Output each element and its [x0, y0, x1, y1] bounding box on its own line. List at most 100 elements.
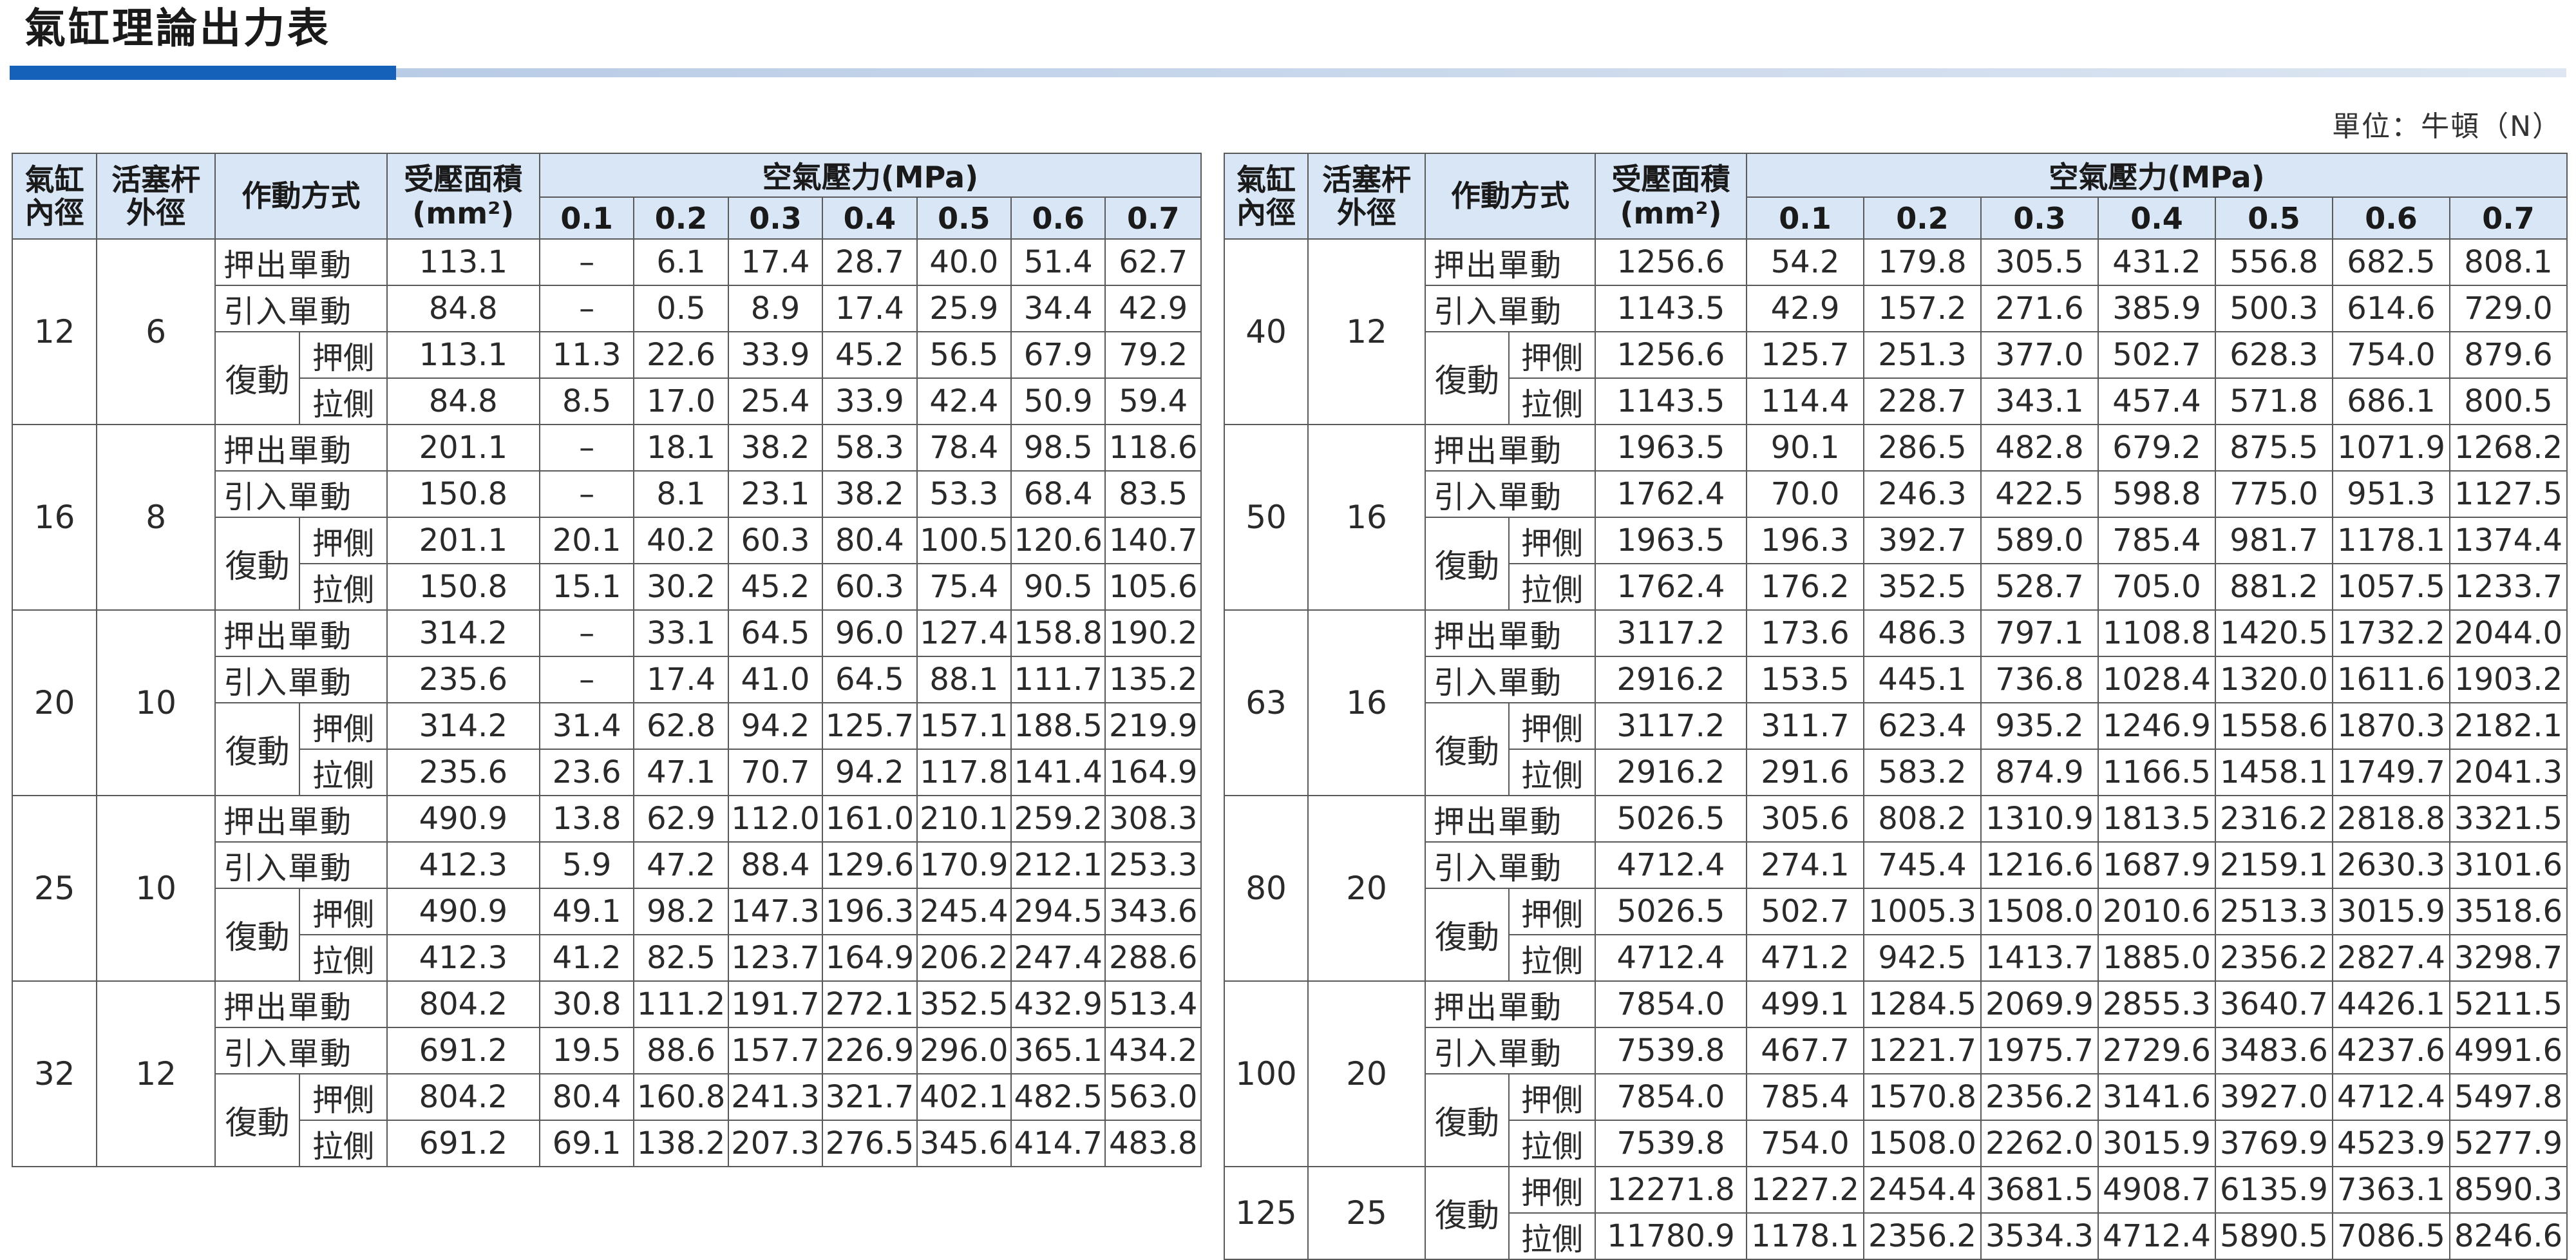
mode-push-single: 押出單動: [1425, 424, 1596, 472]
force-cell: 207.3: [727, 1120, 824, 1167]
force-cell: 502.7: [2098, 331, 2216, 379]
force-cell: 157.1: [916, 702, 1012, 750]
force-cell: 2159.1: [2215, 841, 2333, 889]
area-cell: 412.3: [386, 934, 540, 982]
area-cell: 804.2: [386, 1073, 540, 1121]
force-cell: 305.5: [1980, 238, 2099, 286]
force-cell: 8590.3: [2448, 1166, 2568, 1214]
area-cell: 150.8: [386, 470, 540, 518]
area-cell: 235.6: [386, 749, 540, 796]
force-cell: 127.4: [916, 609, 1012, 657]
mode-push-side: 押側: [299, 888, 388, 935]
force-cell: 682.5: [2332, 238, 2450, 286]
area-cell: 7854.0: [1595, 1073, 1747, 1121]
area-cell: 1143.5: [1595, 377, 1747, 425]
area-cell: 201.1: [386, 517, 540, 564]
force-cell: 3298.7: [2448, 934, 2568, 982]
force-cell: 138.2: [633, 1120, 729, 1167]
force-cell: 64.5: [822, 656, 918, 703]
area-cell: 3117.2: [1595, 702, 1747, 750]
table-row: 16 8 押出單動 201.1–18.1 38.2 58.3 78.4 98.5 118.6: [11, 424, 1202, 611]
mode-pull-side: 拉側: [299, 749, 388, 796]
force-cell: 614.6: [2332, 285, 2450, 332]
area-cell: 11780.9: [1595, 1212, 1747, 1260]
force-cell: 45.2: [727, 563, 824, 611]
force-cell: 1284.5: [1863, 980, 1982, 1028]
force-cell: 42.4: [916, 377, 1012, 425]
force-cell: 34.4: [1010, 285, 1106, 332]
force-cell: 457.4: [2098, 377, 2216, 425]
force-cell: 31.4: [538, 702, 635, 750]
rod-cell: 6: [96, 238, 216, 425]
force-cell: –: [538, 424, 635, 472]
header-area-label: 受壓面積: [404, 161, 523, 196]
force-cell: 942.5: [1863, 934, 1982, 982]
force-cell: 2069.9: [1980, 980, 2099, 1028]
force-cell: 135.2: [1104, 656, 1202, 703]
area-cell: 2916.2: [1595, 656, 1747, 703]
force-cell: 3927.0: [2215, 1073, 2333, 1121]
force-cell: 5497.8: [2448, 1073, 2568, 1121]
force-cell: 775.0: [2215, 470, 2333, 518]
force-cell: 79.2: [1104, 331, 1202, 379]
force-cell: 3101.6: [2448, 841, 2568, 889]
mode-pull-side: 拉側: [1508, 749, 1596, 796]
force-cell: 271.6: [1980, 285, 2099, 332]
force-cell: 1227.2: [1746, 1166, 1864, 1214]
force-cell: 1413.7: [1980, 934, 2099, 982]
area-cell: 691.2: [386, 1027, 540, 1074]
table-row: 100 20 押出單動 7854.0 499.1 1284.5 2069.9 2855.3 36…: [1224, 980, 2568, 1167]
force-cell: 3015.9: [2098, 1120, 2216, 1167]
area-cell: 1256.6: [1595, 331, 1747, 379]
mode-pull-single: 引入單動: [1425, 1027, 1596, 1074]
mode-push-single: 押出單動: [214, 424, 388, 472]
force-cell: 0.5: [633, 285, 729, 332]
force-cell: 70.0: [1746, 470, 1864, 518]
mode-push-single: 押出單動: [1425, 980, 1596, 1028]
force-cell: 98.2: [633, 888, 729, 935]
header-pressure-2: 0.3: [727, 196, 824, 240]
force-cell: 90.5: [1010, 563, 1106, 611]
area-cell: 235.6: [386, 656, 540, 703]
force-cell: 879.6: [2448, 331, 2568, 379]
force-cell: –: [538, 609, 635, 657]
mode-pull-side: 拉側: [1508, 1212, 1596, 1260]
header-area: 受壓面積 (mm²): [1595, 153, 1747, 240]
mode-pull-single: 引入單動: [1425, 656, 1596, 703]
force-cell: 111.2: [633, 980, 729, 1028]
table-row: 32 12 押出單動 804.2 30.8 111.2 191.7 272.1 352.5 432…: [11, 980, 1202, 1167]
force-cell: 173.6: [1746, 609, 1864, 657]
mode-push-side: 押側: [299, 1073, 388, 1121]
force-cell: 40.0: [916, 238, 1012, 286]
force-cell: 1221.7: [1863, 1027, 1982, 1074]
area-cell: 4712.4: [1595, 934, 1747, 982]
table-row: 125 25 復動 押側 12271.8 1227.2 2454.4 3681.5 4908.7…: [1224, 1166, 2568, 1260]
force-cell: 483.8: [1104, 1120, 1202, 1167]
force-cell: 15.1: [538, 563, 635, 611]
mode-push-single: 押出單動: [214, 238, 388, 286]
force-cell: 23.6: [538, 749, 635, 796]
force-cell: 1749.7: [2332, 749, 2450, 796]
mode-pull-side: 拉側: [1508, 934, 1596, 982]
bore-cell: 40: [1224, 238, 1309, 425]
mode-pull-single: 引入單動: [214, 656, 388, 703]
area-cell: 1963.5: [1595, 424, 1747, 472]
force-cell: 164.9: [1104, 749, 1202, 796]
force-cell: 1903.2: [2448, 656, 2568, 703]
force-cell: 1216.6: [1980, 841, 2099, 889]
mode-push-side: 押側: [299, 331, 388, 379]
mode-pull-side: 拉側: [1508, 563, 1596, 611]
force-cell: 141.4: [1010, 749, 1106, 796]
force-cell: 345.6: [916, 1120, 1012, 1167]
force-cell: 308.3: [1104, 795, 1202, 843]
force-cell: 1458.1: [2215, 749, 2333, 796]
force-cell: 274.1: [1746, 841, 1864, 889]
force-cell: 486.3: [1863, 609, 1982, 657]
force-cell: 30.8: [538, 980, 635, 1028]
table-row: 40 12 押出單動 1256.6 54.2 179.8 305.5 431.2 556.8 68…: [1224, 238, 2568, 425]
force-cell: 745.4: [1863, 841, 1982, 889]
force-cell: 296.0: [916, 1027, 1012, 1074]
force-cell: 1885.0: [2098, 934, 2216, 982]
area-cell: 1963.5: [1595, 517, 1747, 564]
area-cell: 804.2: [386, 980, 540, 1028]
